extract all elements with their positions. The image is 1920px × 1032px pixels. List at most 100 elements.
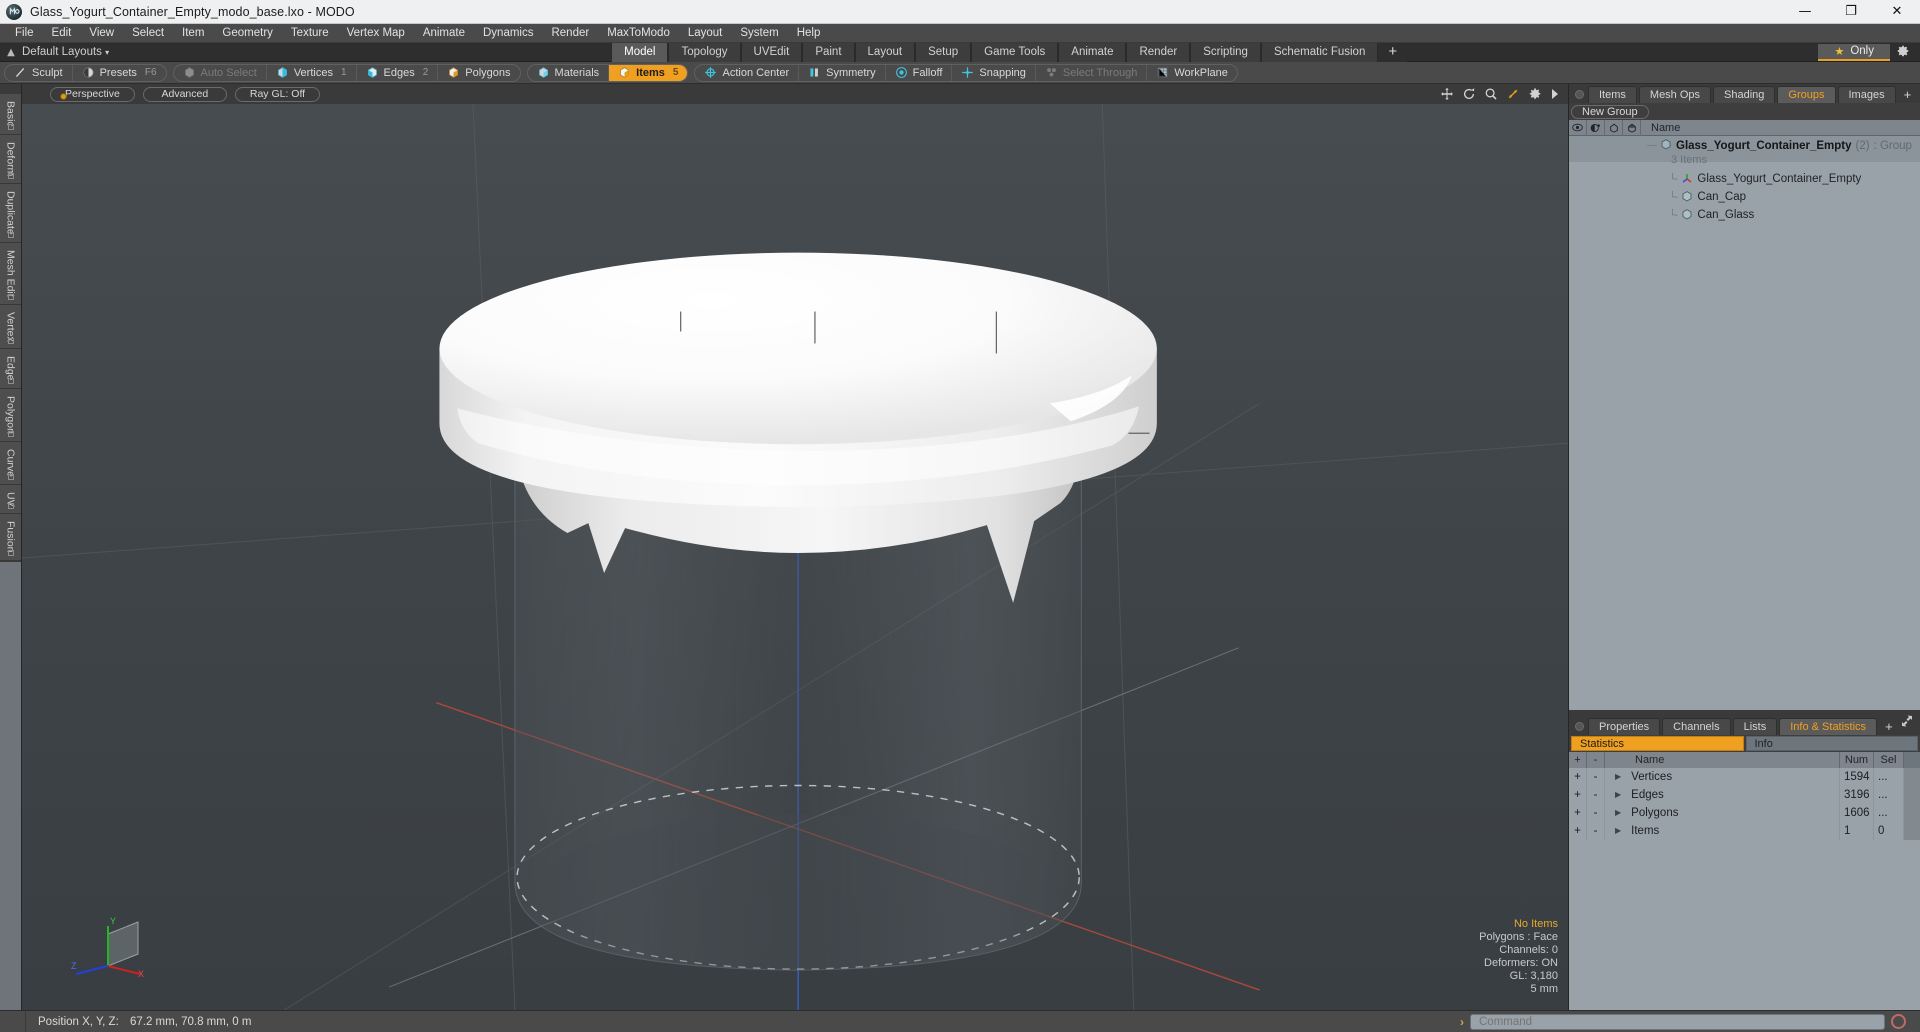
- viewport-canvas[interactable]: [22, 104, 1568, 1010]
- add-right-panel-tab-button[interactable]: +: [1898, 86, 1918, 103]
- tool-falloff[interactable]: Falloff: [886, 64, 953, 81]
- stats-row-add[interactable]: +: [1569, 786, 1587, 804]
- record-button[interactable]: [1891, 1014, 1906, 1029]
- menu-item-edit[interactable]: Edit: [43, 24, 81, 43]
- stats-col-plus[interactable]: +: [1569, 752, 1587, 768]
- tool-snapping[interactable]: Snapping: [952, 64, 1036, 81]
- tool-polygons[interactable]: Polygons: [438, 65, 519, 81]
- menu-item-animate[interactable]: Animate: [414, 24, 474, 43]
- viewport-shading-mode[interactable]: Advanced: [142, 86, 227, 102]
- expand-triangle-icon[interactable]: ▶: [1615, 822, 1621, 840]
- fit-icon[interactable]: [1506, 87, 1520, 101]
- tool-sculpt[interactable]: Sculpt: [5, 64, 73, 81]
- vtab-curve[interactable]: Curve: [0, 441, 21, 485]
- stats-menu-dot-icon[interactable]: [1575, 722, 1584, 731]
- stats-row-add[interactable]: +: [1569, 768, 1587, 786]
- menu-item-file[interactable]: File: [6, 24, 43, 43]
- minimize-button[interactable]: —: [1782, 0, 1828, 24]
- menu-item-render[interactable]: Render: [542, 24, 598, 43]
- stats-row[interactable]: + - ▶ Vertices 1594...: [1569, 768, 1920, 786]
- group-row-header[interactable]: — Glass_Yogurt_Container_Empty (2) : Gro…: [1569, 136, 1920, 162]
- tab-info-statistics[interactable]: Info & Statistics: [1779, 718, 1878, 735]
- layout-tab-animate[interactable]: Animate: [1058, 42, 1127, 62]
- panel-menu-dot-icon[interactable]: [1575, 90, 1584, 99]
- layout-expand-icon[interactable]: ▲: [0, 47, 22, 58]
- vtab-uv[interactable]: UV: [0, 484, 21, 515]
- layout-tab-setup[interactable]: Setup: [915, 42, 972, 62]
- only-toggle-button[interactable]: ★ Only: [1818, 43, 1890, 61]
- visibility-icon[interactable]: [1569, 119, 1587, 136]
- vtab-deform[interactable]: Deform: [0, 134, 21, 185]
- layout-tab-uvedit[interactable]: UVEdit: [740, 42, 803, 62]
- groups-list[interactable]: — Glass_Yogurt_Container_Empty (2) : Gro…: [1569, 136, 1920, 710]
- command-input[interactable]: [1470, 1013, 1885, 1030]
- new-group-button[interactable]: New Group: [1571, 104, 1649, 119]
- layout-tab-model[interactable]: Model: [611, 42, 669, 62]
- render-icon[interactable]: [1587, 119, 1605, 136]
- close-button[interactable]: ✕: [1874, 0, 1920, 24]
- wireframe-icon[interactable]: [1623, 119, 1641, 136]
- viewport-3d[interactable]: Perspective Advanced Ray GL: Off Y X Z N…: [22, 84, 1568, 1010]
- tool-workplane[interactable]: WorkPlane: [1147, 65, 1237, 81]
- zoom-icon[interactable]: [1484, 87, 1498, 101]
- expand-triangle-icon[interactable]: ▶: [1615, 768, 1621, 786]
- tab-mesh-ops[interactable]: Mesh Ops: [1638, 86, 1712, 103]
- vtab-polygon[interactable]: Polygon: [0, 388, 21, 442]
- vtab-basic[interactable]: Basic: [0, 94, 21, 135]
- expand-triangle-icon[interactable]: ▶: [1615, 804, 1621, 822]
- tool-edges[interactable]: Edges 2: [357, 64, 439, 81]
- layout-tab-render[interactable]: Render: [1126, 42, 1191, 62]
- stats-scrollbar-col[interactable]: [1904, 804, 1920, 822]
- expand-triangle-icon[interactable]: ▶: [1615, 786, 1621, 804]
- menu-item-item[interactable]: Item: [173, 24, 213, 43]
- gear-icon[interactable]: [1528, 87, 1542, 101]
- move-icon[interactable]: [1440, 87, 1454, 101]
- add-stats-tab-button[interactable]: +: [1879, 718, 1899, 735]
- tree-collapse-toggle[interactable]: —: [1647, 140, 1657, 151]
- menu-item-geometry[interactable]: Geometry: [213, 24, 282, 43]
- layout-tab-scripting[interactable]: Scripting: [1190, 42, 1261, 62]
- stats-scrollbar-col[interactable]: [1904, 822, 1920, 840]
- vtab-mesh-edit[interactable]: Mesh Edit: [0, 242, 21, 305]
- maximize-button[interactable]: ❐: [1828, 0, 1874, 24]
- group-child-row[interactable]: └· Can_Cap: [1569, 188, 1920, 206]
- menu-item-system[interactable]: System: [731, 24, 787, 43]
- menu-item-texture[interactable]: Texture: [282, 24, 338, 43]
- stats-table-body[interactable]: + - ▶ Vertices 1594... + - ▶ Edges 3196... + - ▶ Poly…: [1569, 768, 1920, 1010]
- group-child-row[interactable]: └· Can_Glass: [1569, 206, 1920, 224]
- stats-scrollbar-col[interactable]: [1904, 768, 1920, 786]
- segment-info[interactable]: Info: [1745, 736, 1918, 751]
- stats-row[interactable]: + - ▶ Edges 3196...: [1569, 786, 1920, 804]
- layout-tab-topology[interactable]: Topology: [668, 42, 741, 62]
- tab-properties[interactable]: Properties: [1588, 718, 1661, 735]
- stats-row-remove[interactable]: -: [1587, 768, 1605, 786]
- stats-row-add[interactable]: +: [1569, 822, 1587, 840]
- layout-preset-label[interactable]: Default Layouts ▾: [22, 46, 121, 58]
- tool-materials[interactable]: Materials: [528, 64, 610, 81]
- menu-item-dynamics[interactable]: Dynamics: [474, 24, 542, 43]
- stats-row-remove[interactable]: -: [1587, 786, 1605, 804]
- stats-row[interactable]: + - ▶ Items 1 0: [1569, 822, 1920, 840]
- tab-lists[interactable]: Lists: [1732, 718, 1778, 735]
- gear-icon[interactable]: [1890, 44, 1916, 61]
- menu-item-vertex-map[interactable]: Vertex Map: [338, 24, 414, 43]
- add-layout-tab-button[interactable]: +: [1378, 42, 1408, 62]
- tool-vertices[interactable]: Vertices 1: [267, 64, 357, 81]
- viewport-menu-dot-icon[interactable]: [60, 93, 67, 100]
- menu-item-layout[interactable]: Layout: [679, 24, 732, 43]
- stats-col-minus[interactable]: -: [1587, 752, 1605, 768]
- stats-scrollbar-col[interactable]: [1904, 786, 1920, 804]
- vtab-vertex[interactable]: Vertex: [0, 304, 21, 350]
- layout-tab-paint[interactable]: Paint: [802, 42, 855, 62]
- rotate-icon[interactable]: [1462, 87, 1476, 101]
- vtab-fusion[interactable]: Fusion: [0, 514, 21, 561]
- tab-groups[interactable]: Groups: [1777, 86, 1836, 103]
- stats-row-remove[interactable]: -: [1587, 804, 1605, 822]
- vtab-duplicate[interactable]: Duplicate: [0, 184, 21, 243]
- group-child-row[interactable]: └· Glass_Yogurt_Container_Empty: [1569, 170, 1920, 188]
- tool-items[interactable]: Items 5: [609, 64, 688, 81]
- expand-panel-icon[interactable]: [1901, 714, 1913, 732]
- tab-images[interactable]: Images: [1837, 86, 1896, 103]
- stats-row-remove[interactable]: -: [1587, 822, 1605, 840]
- tool-presets[interactable]: Presets F6: [73, 65, 166, 81]
